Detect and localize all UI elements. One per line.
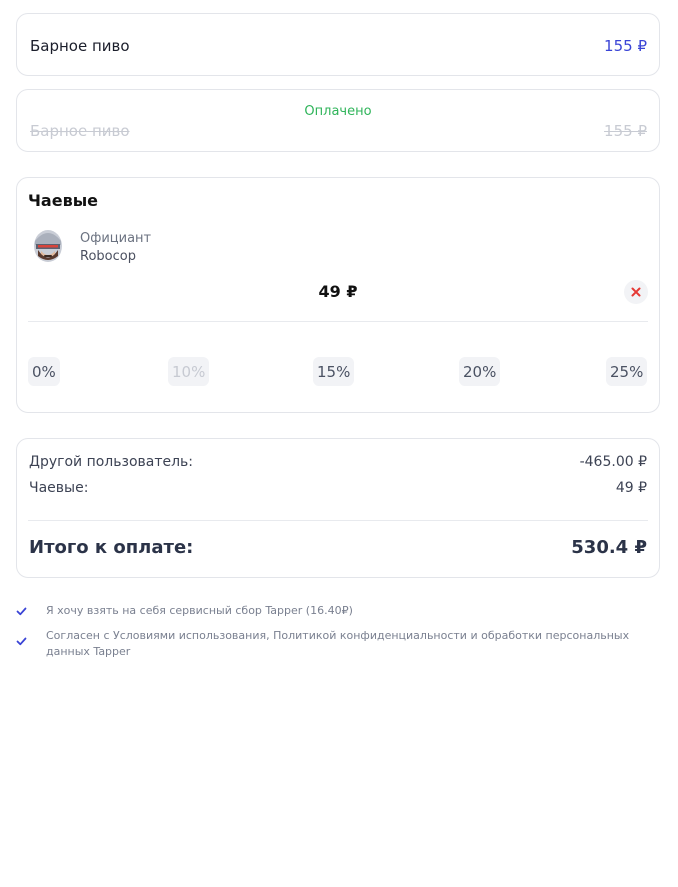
total-value: 530.4 ₽ bbox=[571, 537, 647, 558]
summary-row-tips: Чаевые: 49 ₽ bbox=[29, 480, 647, 496]
robocop-avatar-icon bbox=[34, 230, 62, 262]
paid-item-price: 155 ₽ bbox=[604, 122, 647, 140]
terms-text: Согласен с Условиями использования, Поли… bbox=[46, 629, 630, 658]
tip-option-label: 15% bbox=[317, 362, 351, 381]
checkmark-icon bbox=[16, 637, 27, 646]
paid-item-card: Оплачено Барное пиво 155 ₽ bbox=[16, 89, 660, 152]
paid-status: Оплачено bbox=[304, 104, 372, 119]
terms-checkbox[interactable] bbox=[16, 636, 27, 647]
tip-option-10[interactable]: 10% bbox=[168, 357, 210, 386]
tip-option-label: 0% bbox=[32, 362, 56, 381]
summary-row-label: Чаевые: bbox=[29, 480, 89, 496]
total-row: Итого к оплате: 530.4 ₽ bbox=[29, 537, 647, 558]
tip-option-0[interactable]: 0% bbox=[28, 357, 60, 386]
service-fee-checkbox[interactable] bbox=[16, 606, 27, 617]
checkmark-icon bbox=[16, 607, 27, 616]
total-label: Итого к оплате: bbox=[29, 537, 194, 558]
waiter-avatar bbox=[32, 229, 64, 263]
payment-page: Барное пиво 155 ₽ Оплачено Барное пиво 1… bbox=[0, 0, 678, 887]
tips-divider bbox=[28, 321, 648, 322]
order-item-price: 155 ₽ bbox=[604, 37, 647, 55]
summary-row-label: Другой пользователь: bbox=[29, 454, 194, 470]
tip-option-15[interactable]: 15% bbox=[313, 357, 355, 386]
tips-title: Чаевые bbox=[28, 191, 99, 210]
tip-amount: 49 ₽ bbox=[318, 282, 358, 301]
tip-option-25[interactable]: 25% bbox=[606, 357, 648, 386]
paid-item-name: Барное пиво bbox=[30, 122, 130, 140]
summary-row-value: 49 ₽ bbox=[615, 480, 647, 496]
tip-option-label: 10% bbox=[172, 362, 206, 381]
waiter-name: Robocop bbox=[80, 249, 136, 264]
payment-summary-card: Другой пользователь: -465.00 ₽ Чаевые: 4… bbox=[16, 438, 660, 578]
summary-row-value: -465.00 ₽ bbox=[579, 454, 647, 470]
service-fee-agreement[interactable]: Я хочу взять на себя сервисный сбор Tapp… bbox=[16, 603, 658, 619]
clear-tip-button[interactable] bbox=[624, 280, 648, 304]
tip-option-label: 20% bbox=[463, 362, 497, 381]
service-fee-text: Я хочу взять на себя сервисный сбор Tapp… bbox=[46, 604, 353, 617]
summary-row-other-user: Другой пользователь: -465.00 ₽ bbox=[29, 454, 647, 470]
order-item-card[interactable]: Барное пиво 155 ₽ bbox=[16, 13, 660, 76]
tips-card: Чаевые Официант Robocop 49 ₽ 0% 10% 15% … bbox=[16, 177, 660, 413]
summary-divider bbox=[28, 520, 648, 521]
terms-agreement[interactable]: Согласен с Условиями использования, Поли… bbox=[16, 628, 658, 660]
close-icon bbox=[631, 287, 641, 297]
order-item-name: Барное пиво bbox=[30, 37, 130, 55]
tip-option-label: 25% bbox=[610, 362, 644, 381]
tip-option-20[interactable]: 20% bbox=[459, 357, 501, 386]
waiter-role: Официант bbox=[80, 231, 152, 246]
